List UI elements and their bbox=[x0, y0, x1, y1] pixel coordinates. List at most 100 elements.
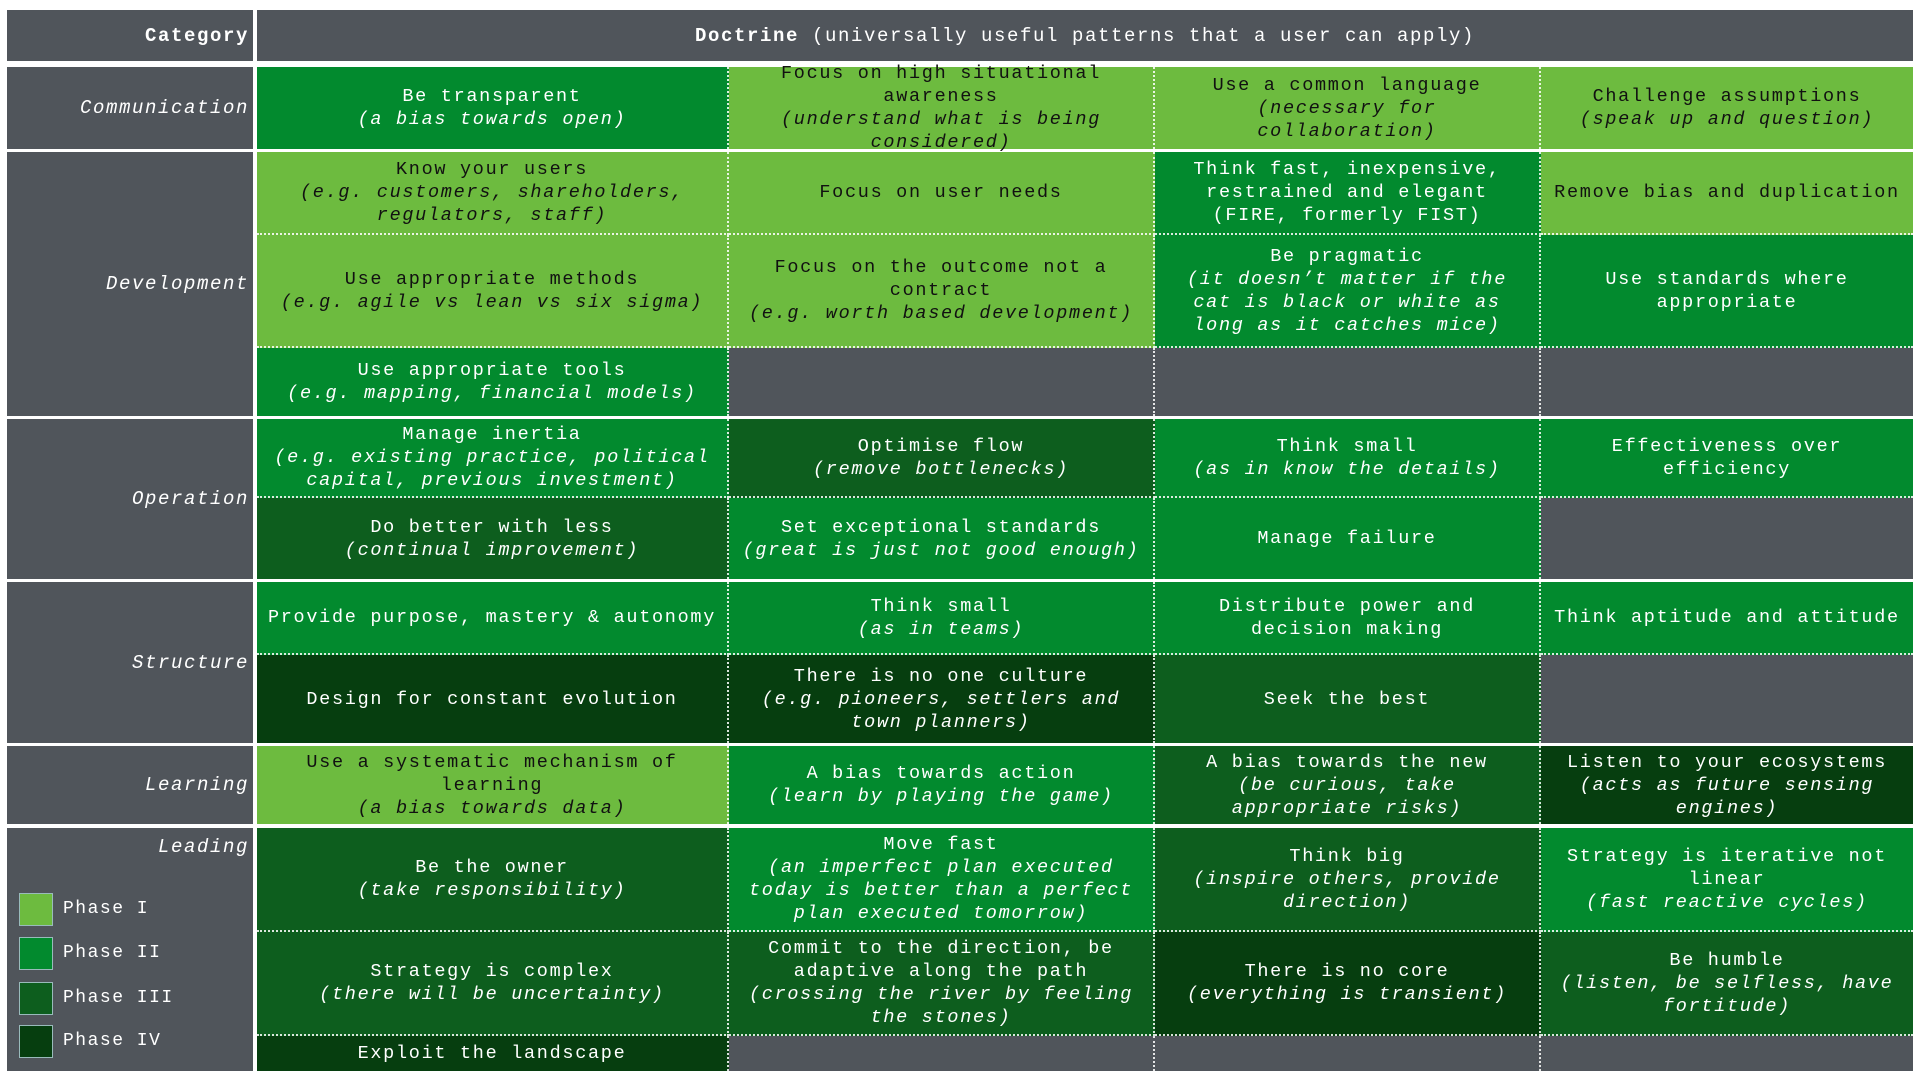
category-structure: Structure bbox=[7, 582, 253, 743]
empty-cell bbox=[1541, 1036, 1913, 1071]
doctrine-note: (e.g. agile vs lean vs six sigma) bbox=[280, 291, 704, 313]
category-label: Operation bbox=[131, 488, 249, 510]
doctrine-cell: A bias towards the new (be curious, take … bbox=[1155, 746, 1541, 824]
doctrine-note: (e.g. worth based development) bbox=[748, 303, 1134, 324]
doctrine-note: (remove bottlenecks) bbox=[812, 458, 1070, 480]
doctrine-title: Set exceptional standards bbox=[780, 516, 1102, 538]
doctrine-cell: Exploit the landscape bbox=[257, 1036, 729, 1071]
legend-swatch bbox=[19, 892, 53, 926]
doctrine-cell: Challenge assumptions (speak up and quest… bbox=[1541, 67, 1913, 149]
empty-cell bbox=[729, 1036, 1155, 1071]
doctrine-note: (e.g. existing practice, political capit… bbox=[274, 447, 710, 491]
doctrine-note: (a bias towards data) bbox=[357, 797, 627, 819]
empty-cell bbox=[1541, 348, 1913, 416]
empty-cell bbox=[1155, 1036, 1541, 1071]
doctrine-note: (as in know the details) bbox=[1193, 458, 1501, 480]
legend-swatch bbox=[19, 936, 53, 970]
doctrine-title: Distribute power and decision making bbox=[1218, 595, 1476, 640]
doctrine-cell: There is no core (everything is transient… bbox=[1155, 932, 1541, 1036]
doctrine-cell: Distribute power and decision making bbox=[1155, 582, 1541, 655]
doctrine-title: Know your users bbox=[395, 159, 589, 180]
doctrine-cell: Be the owner (take responsibility) bbox=[257, 828, 729, 932]
doctrine-cell: Think small (as in know the details) bbox=[1155, 419, 1541, 498]
doctrine-title: Think fast, inexpensive, restrained and … bbox=[1193, 159, 1501, 226]
doctrine-title: A bias towards action bbox=[806, 763, 1076, 784]
legend-swatch bbox=[19, 1024, 53, 1058]
category-learning: Learning bbox=[7, 746, 253, 824]
doctrine-header-title: Doctrine bbox=[694, 24, 799, 47]
doctrine-note: (inspire others, provide direction) bbox=[1193, 868, 1501, 913]
legend-label: Phase II bbox=[63, 943, 162, 963]
legend-item: Phase IV bbox=[19, 1024, 161, 1058]
doctrine-note: (great is just not good enough) bbox=[742, 539, 1140, 561]
doctrine-note: (e.g. customers, shareholders, regulator… bbox=[299, 182, 685, 226]
doctrine-title: Use standards where appropriate bbox=[1605, 268, 1849, 313]
doctrine-note: (listen, be selfless, have fortitude) bbox=[1560, 972, 1894, 1017]
doctrine-title: Be pragmatic bbox=[1270, 245, 1424, 267]
doctrine-cell: A bias towards action (learn by playing t… bbox=[729, 746, 1155, 824]
doctrine-cell: Listen to your ecosystems (acts as future… bbox=[1541, 746, 1913, 824]
doctrine-cell: Use a common language (necessary for coll… bbox=[1155, 67, 1541, 149]
doctrine-title: Use appropriate methods bbox=[344, 268, 640, 290]
empty-cell bbox=[1541, 498, 1913, 579]
category-communication: Communication bbox=[7, 67, 253, 149]
doctrine-title: Remove bias and duplication bbox=[1554, 182, 1900, 203]
doctrine-title: Do better with less bbox=[370, 516, 614, 538]
legend-item: Phase I bbox=[19, 892, 149, 926]
category-header: Category bbox=[7, 10, 253, 61]
category-label: Development bbox=[105, 273, 249, 295]
doctrine-title: Move fast bbox=[883, 834, 999, 855]
doctrine-cell: Effectiveness over efficiency bbox=[1541, 419, 1913, 498]
doctrine-cell: Move fast (an imperfect plan executed tod… bbox=[729, 828, 1155, 932]
doctrine-note: (as in teams) bbox=[857, 618, 1025, 640]
doctrine-cell: Manage inertia (e.g. existing practice, p… bbox=[257, 419, 729, 498]
doctrine-cell: There is no one culture (e.g. pioneers, s… bbox=[729, 655, 1155, 743]
doctrine-title: Be transparent bbox=[402, 86, 582, 107]
doctrine-cell: Manage failure bbox=[1155, 498, 1541, 579]
empty-cell bbox=[1541, 655, 1913, 743]
doctrine-note: (there will be uncertainty) bbox=[319, 984, 665, 1005]
doctrine-title: Seek the best bbox=[1263, 688, 1431, 710]
doctrine-title: Optimise flow bbox=[857, 435, 1025, 457]
doctrine-title: Use appropriate tools bbox=[357, 360, 627, 381]
doctrine-title: Use a common language bbox=[1212, 74, 1482, 96]
doctrine-cell: Seek the best bbox=[1155, 655, 1541, 743]
doctrine-cell: Focus on user needs bbox=[729, 152, 1155, 235]
doctrine-cell: Use a systematic mechanism of learning (a… bbox=[257, 746, 729, 824]
doctrine-title: Design for constant evolution bbox=[306, 688, 678, 710]
doctrine-cell: Do better with less (continual improvemen… bbox=[257, 498, 729, 579]
category-operation: Operation bbox=[7, 419, 253, 579]
legend-item: Phase III bbox=[19, 981, 174, 1015]
doctrine-note: (an imperfect plan executed today is bet… bbox=[748, 857, 1134, 924]
doctrine-cell: Use appropriate tools (e.g. mapping, fina… bbox=[257, 348, 729, 416]
doctrine-cell: Be transparent (a bias towards open) bbox=[257, 67, 729, 149]
doctrine-title: Focus on user needs bbox=[819, 182, 1063, 203]
doctrine-title: Effectiveness over efficiency bbox=[1611, 435, 1843, 480]
doctrine-title: Think aptitude and attitude bbox=[1554, 607, 1900, 628]
doctrine-title: Be humble bbox=[1669, 949, 1785, 971]
doctrine-note: (everything is transient) bbox=[1186, 984, 1508, 1005]
doctrine-cell: Think small (as in teams) bbox=[729, 582, 1155, 655]
doctrine-title: Manage failure bbox=[1257, 528, 1437, 549]
doctrine-note: (fast reactive cycles) bbox=[1586, 891, 1868, 913]
doctrine-title: A bias towards the new bbox=[1206, 751, 1488, 773]
category-label: Leading bbox=[157, 836, 249, 858]
doctrine-note: (understand what is being considered) bbox=[780, 109, 1102, 153]
doctrine-title: Provide purpose, mastery & autonomy bbox=[267, 607, 717, 628]
legend-label: Phase III bbox=[63, 988, 174, 1008]
category-development: Development bbox=[7, 152, 253, 416]
doctrine-cell: Be pragmatic (it doesn’t matter if the ca… bbox=[1155, 235, 1541, 348]
doctrine-cell: Set exceptional standards (great is just … bbox=[729, 498, 1155, 579]
doctrine-title: Focus on high situational awareness bbox=[780, 63, 1102, 107]
doctrine-note: (it doesn’t matter if the cat is black o… bbox=[1186, 268, 1508, 336]
doctrine-note: (necessary for collaboration) bbox=[1257, 97, 1437, 142]
doctrine-cell: Strategy is iterative not linear (fast re… bbox=[1541, 828, 1913, 932]
doctrine-cell: Commit to the direction, be adaptive alo… bbox=[729, 932, 1155, 1036]
doctrine-cell: Know your users (e.g. customers, sharehol… bbox=[257, 152, 729, 235]
doctrine-title: Strategy is iterative not linear bbox=[1566, 845, 1888, 890]
doctrine-note: (e.g. pioneers, settlers and town planne… bbox=[761, 688, 1121, 733]
doctrine-cell: Design for constant evolution bbox=[257, 655, 729, 743]
doctrine-cell: Think aptitude and attitude bbox=[1541, 582, 1913, 655]
doctrine-header: Doctrine (universally useful patterns th… bbox=[257, 10, 1913, 61]
legend-swatch bbox=[19, 981, 53, 1015]
